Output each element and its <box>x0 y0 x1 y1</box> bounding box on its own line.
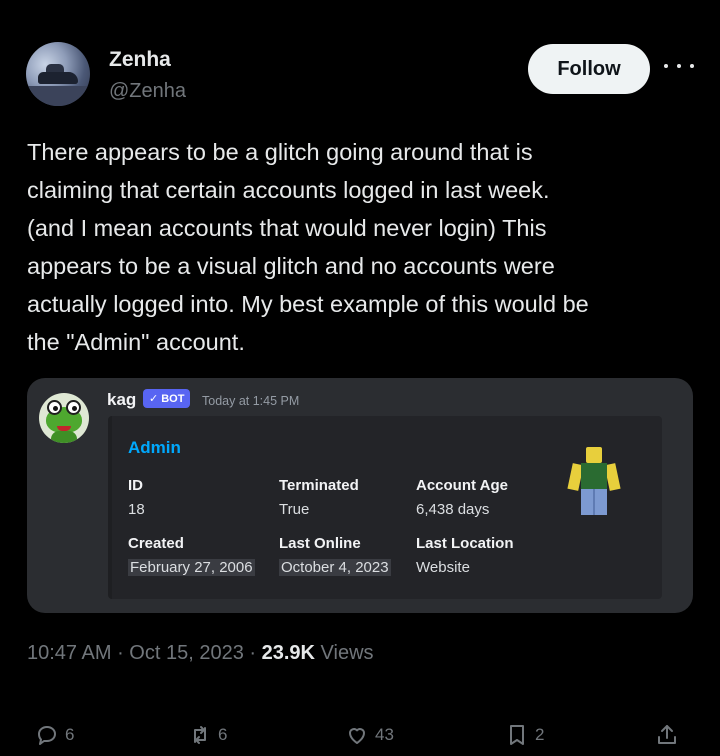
more-options-icon[interactable] <box>664 56 694 76</box>
field-created-name: Created <box>128 535 184 552</box>
field-last-location-value: Website <box>416 559 470 576</box>
message-timestamp: Today at 1:45 PM <box>202 394 300 408</box>
bookmark-icon <box>510 725 524 745</box>
share-icon <box>658 725 676 744</box>
roblox-avatar-thumbnail <box>565 447 625 519</box>
like-count: 43 <box>375 725 394 744</box>
field-id-value: 18 <box>128 501 145 518</box>
tweet-line: actually logged into. My best example of… <box>27 291 589 317</box>
author-display-name[interactable]: Zenha <box>109 48 171 72</box>
bot-name: kag <box>107 390 137 409</box>
tweet-text: There appears to be a glitch going aroun… <box>27 133 707 361</box>
tweet-line: appears to be a visual glitch and no acc… <box>27 253 555 279</box>
tweet-meta: 10:47 AM · Oct 15, 2023 · 23.9K Views <box>27 642 374 664</box>
follow-button[interactable]: Follow <box>528 44 650 94</box>
field-created-value: February 27, 2006 <box>128 559 255 576</box>
embed-title: Admin <box>128 438 181 457</box>
bot-badge-label: BOT <box>161 392 185 405</box>
reply-button[interactable]: 6 <box>35 720 74 750</box>
tweet-line: There appears to be a glitch going aroun… <box>27 139 533 165</box>
tweet-date[interactable]: Oct 15, 2023 <box>129 642 244 664</box>
field-terminated-value: True <box>279 501 310 518</box>
views-label: Views <box>320 642 374 664</box>
field-last-location-name: Last Location <box>416 535 514 552</box>
author-avatar[interactable] <box>26 42 90 106</box>
field-id-name: ID <box>128 477 143 494</box>
bot-avatar <box>39 393 89 443</box>
checkmark-icon: ✓ <box>149 393 159 405</box>
repost-button[interactable]: 6 <box>188 720 227 750</box>
field-last-online-name: Last Online <box>279 535 361 552</box>
bookmark-button[interactable]: 2 <box>505 720 544 750</box>
views-count: 23.9K <box>261 642 315 664</box>
repost-count: 6 <box>218 725 228 744</box>
tweet-time[interactable]: 10:47 AM <box>27 642 112 664</box>
field-account-age-name: Account Age <box>416 477 508 494</box>
tweet-line: (and I mean accounts that would never lo… <box>27 215 547 241</box>
field-account-age-value: 6,438 days <box>416 501 490 518</box>
bookmark-count: 2 <box>535 725 545 744</box>
heart-icon <box>349 728 365 744</box>
like-button[interactable]: 43 <box>345 720 394 750</box>
reply-icon <box>38 726 56 745</box>
bot-badge: ✓ BOT <box>143 389 191 408</box>
field-terminated-name: Terminated <box>279 477 359 494</box>
share-button[interactable] <box>655 720 679 750</box>
repost-icon <box>194 726 206 744</box>
tweet-line: claiming that certain accounts logged in… <box>27 177 550 203</box>
author-handle[interactable]: @Zenha <box>109 80 186 103</box>
tweet-line: the "Admin" account. <box>27 329 245 355</box>
field-last-online-value: October 4, 2023 <box>279 559 391 576</box>
reply-count: 6 <box>65 725 75 744</box>
